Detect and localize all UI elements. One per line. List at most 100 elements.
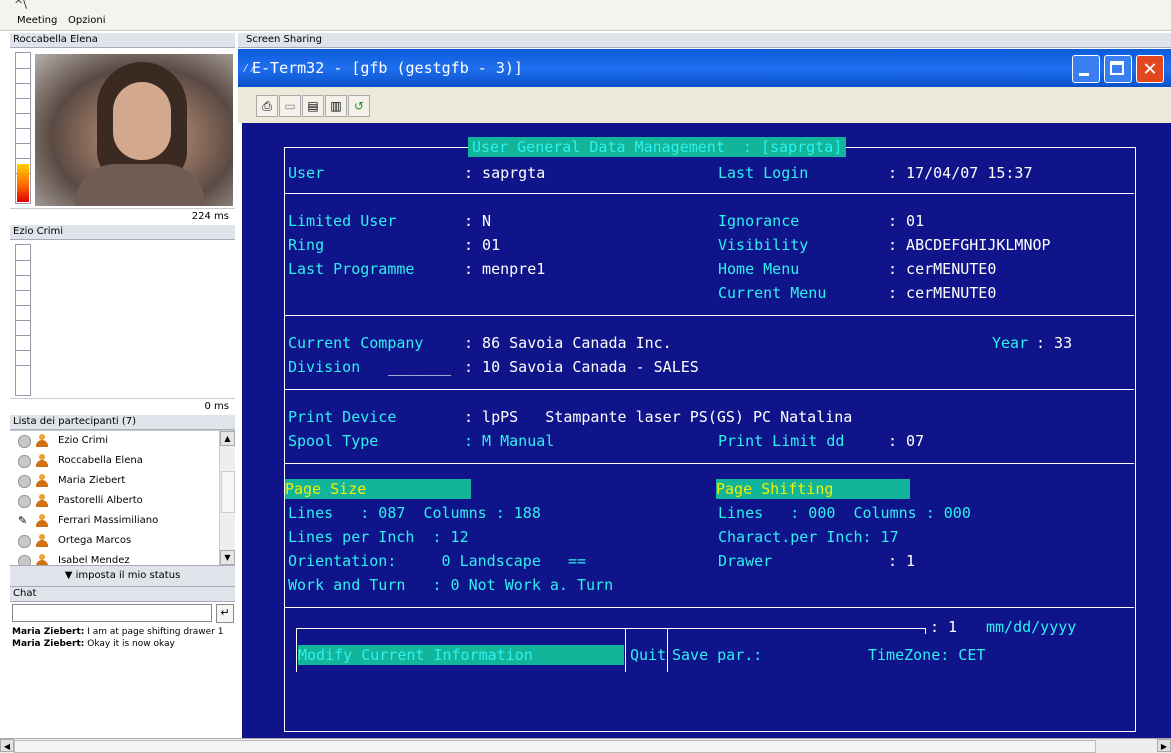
copy-icon[interactable]: ▭ (279, 95, 301, 117)
pen-icon: ✎ (18, 514, 28, 527)
save-params-label: Save par.: (672, 646, 763, 664)
visibility-label: Visibility (718, 236, 809, 254)
drawer-value: : 1 (888, 552, 916, 570)
division-label: Division (288, 358, 361, 376)
scroll-up-icon[interactable]: ▲ (220, 431, 235, 446)
participants-scrollbar[interactable]: ▲ ▼ (219, 431, 235, 565)
webcam-icon (18, 455, 31, 468)
page-shifting-lines: Lines : 000 Columns : 000 (718, 504, 971, 522)
participants-title: Lista dei partecipanti (7) (10, 415, 235, 430)
drawer-label: Drawer (718, 552, 773, 570)
current-menu-label: Current Menu (718, 284, 827, 302)
scroll-down-icon[interactable]: ▼ (220, 550, 235, 565)
date-format: mm/dd/yyyy (986, 618, 1077, 636)
visibility-value: : ABCDEFGHIJKLMNOP (888, 236, 1051, 254)
page-shifting-header: Page Shifting (716, 479, 910, 499)
maximize-icon[interactable] (1104, 55, 1132, 83)
print-device-label: Print Device (288, 408, 397, 426)
user-icon (36, 434, 48, 447)
ignorance-label: Ignorance (718, 212, 800, 230)
user-icon (36, 534, 48, 547)
webcam-icon (18, 475, 31, 488)
left-panel: Roccabella Elena 224 ms Ezio Crimi 0 ms … (10, 33, 235, 738)
current-company-label: Current Company (288, 334, 424, 352)
modify-current-information-button[interactable]: Modify Current Information (298, 645, 624, 665)
scroll-left-icon[interactable]: ◀ (0, 739, 14, 752)
close-icon[interactable]: ✕ (1136, 55, 1164, 83)
webcam-icon (18, 535, 31, 548)
print-device-value: : lpPS Stampante laser PS(GS) PC Natalin… (464, 408, 853, 426)
screen-sharing-panel: Screen Sharing ⁄⁄ E-Term32 - [gfb (gestg… (238, 33, 1171, 738)
video1-title: Roccabella Elena (10, 33, 235, 48)
chat-message: Maria Ziebert: Okay it is now okay (12, 639, 175, 649)
user-label: User (288, 164, 325, 182)
properties-icon[interactable]: ▥ (325, 95, 347, 117)
screen-sharing-title: Screen Sharing (238, 33, 1171, 48)
list-item[interactable]: Maria Ziebert (10, 471, 235, 491)
app-corner-icon: ^\ (14, 0, 27, 11)
spool-type-label: Spool Type (288, 432, 379, 450)
chat-input[interactable] (12, 604, 212, 622)
print-limit-value: : 07 (888, 432, 925, 450)
timezone: TimeZone: CET (868, 646, 986, 664)
menu-opzioni[interactable]: Opzioni (68, 15, 105, 26)
last-programme-value: : menpre1 (464, 260, 546, 278)
enter-icon[interactable]: ↵ (216, 604, 234, 623)
division-blank: _______ (388, 358, 452, 376)
scroll-right-icon[interactable]: ▶ (1157, 739, 1171, 752)
eterm-toolbar: ⎙ ▭ ▤ ▥ ↺ (238, 87, 1171, 123)
user-icon (36, 494, 48, 507)
eterm-title-bar: ⁄⁄ E-Term32 - [gfb (gestgfb - 3)] ✕ (238, 49, 1171, 87)
set-status-button[interactable]: ▼ imposta il mio status (10, 565, 235, 587)
quit-button[interactable]: Quit (630, 645, 666, 665)
division-value: : 10 Savoia Canada - SALES (464, 358, 699, 376)
user-icon (36, 454, 48, 467)
participants-list: Ezio Crimi Roccabella Elena Maria Zieber… (10, 430, 235, 565)
user-icon (36, 474, 48, 487)
terminal-screen: User General Data Management : [saprgta]… (242, 123, 1171, 738)
last-login-label: Last Login (718, 164, 809, 182)
horizontal-scrollbar[interactable]: ◀ ▶ (0, 738, 1171, 753)
chat-message: Maria Ziebert: I am at page shifting dra… (12, 627, 224, 637)
video2-latency: 0 ms (10, 398, 235, 415)
home-menu-value: : cerMENUTE0 (888, 260, 997, 278)
ring-label: Ring (288, 236, 325, 254)
home-menu-label: Home Menu (718, 260, 800, 278)
list-item[interactable]: Roccabella Elena (10, 451, 235, 471)
user-icon (36, 554, 48, 565)
list-item[interactable]: ✎ Ferrari Massimiliano (10, 511, 235, 531)
year-label: Year (992, 334, 1029, 352)
window-title: E-Term32 - [gfb (gestgfb - 3)] (252, 59, 523, 77)
page-size-header: Page Size (285, 479, 471, 499)
year-value: : 33 (1036, 334, 1073, 352)
limited-user-value: : N (464, 212, 492, 230)
lines-per-inch: Lines per Inch : 12 (288, 528, 469, 546)
list-item[interactable]: Pastorelli Alberto (10, 491, 235, 511)
menu-meeting[interactable]: Meeting (17, 15, 57, 26)
scroll-thumb[interactable] (14, 740, 1096, 753)
list-item[interactable]: Ezio Crimi (10, 431, 235, 451)
current-company-value: : 86 Savoia Canada Inc. (464, 334, 672, 352)
list-item[interactable]: Ortega Marcos (10, 531, 235, 551)
paste-icon[interactable]: ▤ (302, 95, 324, 117)
audio-level-meter (15, 52, 31, 204)
video2 (10, 240, 235, 398)
menu-bar: ^\ Meeting Opzioni (0, 0, 1171, 31)
ignorance-value: : 01 (888, 212, 925, 230)
screen-header: User General Data Management : [saprgta] (468, 137, 847, 157)
print-icon[interactable]: ⎙ (256, 95, 278, 117)
charact-per-inch: Charact.per Inch: 17 (718, 528, 899, 546)
last-login-value: : 17/04/07 15:37 (888, 164, 1033, 182)
user-value: : saprgta (464, 164, 546, 182)
limited-user-label: Limited User (288, 212, 397, 230)
format-count: : 1 (930, 618, 958, 636)
orientation: Orientation: 0 Landscape == (288, 552, 587, 570)
work-and-turn: Work and Turn : 0 Not Work a. Turn (288, 576, 614, 594)
list-item[interactable]: Isabel Mendez (10, 551, 235, 565)
minimize-icon[interactable] (1072, 55, 1100, 83)
page-size-lines: Lines : 087 Columns : 188 (288, 504, 541, 522)
ring-value: : 01 (464, 236, 501, 254)
user-icon (36, 514, 48, 527)
webcam-icon (18, 495, 31, 508)
refresh-icon[interactable]: ↺ (348, 95, 370, 117)
